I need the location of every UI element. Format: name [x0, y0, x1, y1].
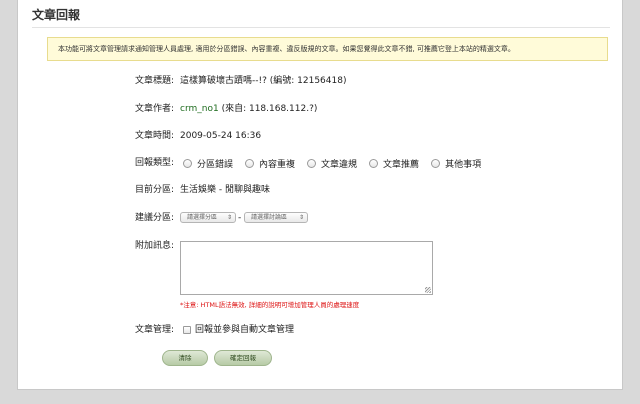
- type-label: 回報類型:: [134, 158, 174, 168]
- radio-button[interactable]: [245, 158, 255, 168]
- manage-row: 文章管理:: [18, 322, 624, 338]
- report-panel: 文章回報 本功能可將文章管理請求通知管理人員處理, 適用於分區錯誤、內容重複、違…: [17, 0, 623, 390]
- author-ip: (來自: 118.168.112.?): [218, 104, 318, 114]
- suggest-category-label: 建議分區:: [134, 213, 174, 223]
- manage-label: 文章管理:: [134, 325, 174, 335]
- time-label: 文章時間:: [134, 131, 174, 141]
- type-row: 回報類型: 分區錯誤 內容重複 文章違規 文章推薦 其他事項: [18, 155, 624, 171]
- extra-message-label: 附加訊息:: [134, 241, 174, 251]
- current-category-value: 生活娛樂 - 閒聊與趣味: [180, 185, 270, 195]
- suggest-category-row: 建議分區: 請選擇分區 ⇕ - 請選擇討論區 ⇕: [18, 210, 624, 226]
- radio-button[interactable]: [183, 158, 192, 168]
- info-notice: 本功能可將文章管理請求通知管理人員處理, 適用於分區錯誤、內容重複、違反版規的文…: [47, 37, 608, 61]
- radio-label: 內容重複: [259, 159, 296, 170]
- report-type-group: 分區錯誤 內容重複 文章違規 文章推薦 其他事項: [183, 155, 493, 171]
- author-link[interactable]: crm_no1: [180, 104, 219, 114]
- chevron-updown-icon: ⇕: [226, 214, 232, 221]
- resize-grip-icon[interactable]: [425, 287, 431, 293]
- html-warning-hint: *注意: HTML語法無效, 詳細的說明可增加管理人員的處理速度: [180, 301, 360, 309]
- radio-button[interactable]: [431, 158, 441, 168]
- author-label: 文章作者:: [134, 104, 174, 114]
- current-category-row: 目前分區: 生活娛樂 - 閒聊與趣味: [18, 182, 624, 198]
- auto-manage-checkbox[interactable]: [183, 326, 191, 334]
- author-row: 文章作者: crm_no1 (來自: 118.168.112.?): [18, 101, 624, 117]
- extra-message-textarea[interactable]: [180, 241, 433, 295]
- page-footer-bar: [0, 390, 640, 404]
- clear-button[interactable]: 清除: [162, 350, 208, 366]
- page-title: 文章回報: [32, 8, 81, 22]
- current-category-label: 目前分區:: [134, 185, 174, 195]
- forum-select-value: 請選擇討論區: [251, 214, 288, 221]
- time-value: 2009-05-24 16:36: [180, 131, 262, 141]
- radio-label: 文章推薦: [383, 159, 420, 170]
- type-option-violation[interactable]: 文章違規: [307, 157, 357, 170]
- radio-button[interactable]: [369, 158, 379, 168]
- chevron-updown-icon: ⇕: [298, 214, 304, 221]
- radio-label: 文章違規: [321, 159, 358, 170]
- submit-report-button[interactable]: 確定回報: [214, 350, 272, 366]
- radio-button[interactable]: [307, 158, 317, 168]
- forum-select[interactable]: 請選擇討論區 ⇕: [244, 212, 308, 223]
- title-divider: [32, 27, 610, 28]
- subject-label: 文章標題:: [134, 76, 174, 86]
- select-separator: -: [238, 213, 242, 223]
- radio-label: 其他事項: [445, 159, 482, 170]
- author-value: crm_no1 (來自: 118.168.112.?): [180, 101, 317, 117]
- type-option-recommend[interactable]: 文章推薦: [369, 157, 419, 170]
- type-option-other[interactable]: 其他事項: [431, 157, 481, 170]
- radio-label: 分區錯誤: [197, 159, 234, 170]
- time-row: 文章時間: 2009-05-24 16:36: [18, 128, 624, 144]
- type-option-category-error[interactable]: 分區錯誤: [183, 157, 233, 170]
- type-option-duplicate[interactable]: 內容重複: [245, 157, 295, 170]
- auto-manage-label: 回報並參與自動文章管理: [195, 325, 295, 335]
- category-select-value: 請選擇分區: [187, 214, 218, 221]
- subject-row: 文章標題: 這樣算破壞古蹟嗎--!? (編號: 12156418): [18, 73, 624, 89]
- category-select[interactable]: 請選擇分區 ⇕: [180, 212, 236, 223]
- subject-value: 這樣算破壞古蹟嗎--!? (編號: 12156418): [180, 76, 347, 86]
